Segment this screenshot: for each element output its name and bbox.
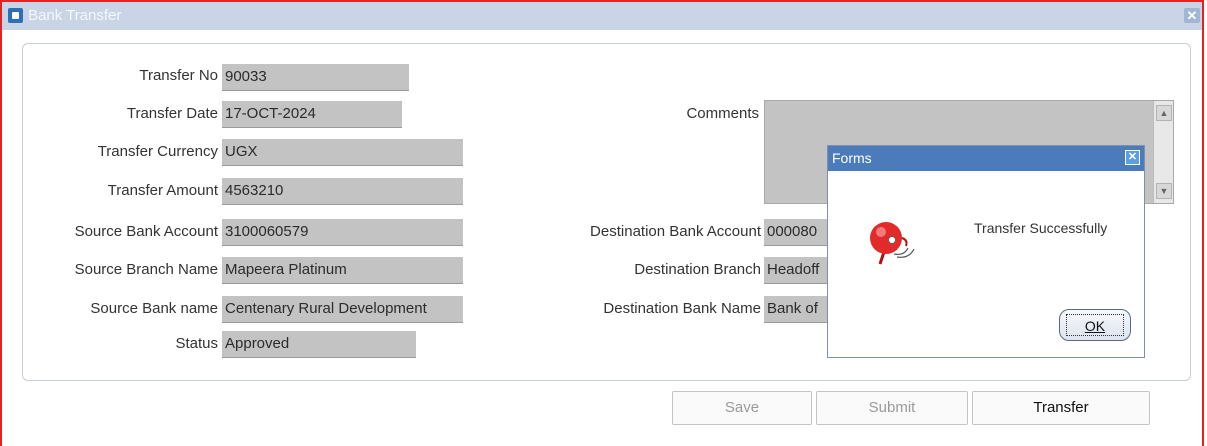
status-field[interactable]: Approved xyxy=(222,331,416,358)
transfer-no-label: Transfer No xyxy=(139,67,218,84)
transfer-currency-label: Transfer Currency xyxy=(97,143,218,160)
app-icon xyxy=(8,8,23,23)
comments-label: Comments xyxy=(686,105,759,122)
comments-scrollbar[interactable]: ▲ ▼ xyxy=(1153,101,1173,203)
scroll-up-icon[interactable]: ▲ xyxy=(1156,105,1172,121)
destination-branch-label: Destination Branch xyxy=(634,261,761,278)
submit-button[interactable]: Submit xyxy=(816,391,968,425)
dialog-message: Transfer Successfully xyxy=(974,220,1108,236)
dialog-title-bar: Forms ✕ xyxy=(828,146,1144,171)
source-bank-account-label: Source Bank Account xyxy=(74,223,218,240)
dialog-title: Forms xyxy=(832,150,872,166)
alarm-bell-icon xyxy=(870,222,915,265)
title-bar: Bank Transfer ✕ xyxy=(2,2,1202,30)
ok-button[interactable]: OK xyxy=(1059,309,1131,341)
destination-branch-field[interactable]: Headoff xyxy=(764,257,828,284)
save-button[interactable]: Save xyxy=(672,391,812,425)
status-label: Status xyxy=(175,335,218,352)
dialog-close-button[interactable]: ✕ xyxy=(1125,150,1140,165)
source-branch-name-field[interactable]: Mapeera Platinum xyxy=(222,257,463,284)
destination-bank-account-field[interactable]: 000080 xyxy=(764,219,828,246)
destination-bank-name-field[interactable]: Bank of xyxy=(764,296,828,323)
transfer-amount-field[interactable]: 4563210 xyxy=(222,178,463,205)
transfer-no-field[interactable]: 90033 xyxy=(222,64,409,91)
transfer-date-label: Transfer Date xyxy=(126,105,218,122)
source-bank-account-field[interactable]: 3100060579 xyxy=(222,219,463,246)
ok-focus-ring: OK xyxy=(1066,314,1124,336)
scroll-down-icon[interactable]: ▼ xyxy=(1156,183,1172,199)
forms-dialog: Forms ✕ Transfer Successfully OK xyxy=(827,145,1145,358)
source-bank-name-field[interactable]: Centenary Rural Development xyxy=(222,296,463,323)
window-close-button[interactable]: ✕ xyxy=(1184,8,1200,23)
destination-bank-account-label: Destination Bank Account xyxy=(590,223,761,240)
ok-label: OK xyxy=(1084,318,1106,334)
bank-transfer-window: Bank Transfer ✕ Transfer No 90033 Transf… xyxy=(0,0,1204,446)
source-branch-name-label: Source Branch Name xyxy=(74,261,218,278)
transfer-currency-field[interactable]: UGX xyxy=(222,139,463,166)
transfer-date-field[interactable]: 17-OCT-2024 xyxy=(222,101,402,128)
transfer-amount-label: Transfer Amount xyxy=(107,182,218,199)
window-title: Bank Transfer xyxy=(28,7,122,24)
destination-bank-name-label: Destination Bank Name xyxy=(603,300,761,317)
source-bank-name-label: Source Bank name xyxy=(90,300,218,317)
transfer-button[interactable]: Transfer xyxy=(972,391,1150,425)
